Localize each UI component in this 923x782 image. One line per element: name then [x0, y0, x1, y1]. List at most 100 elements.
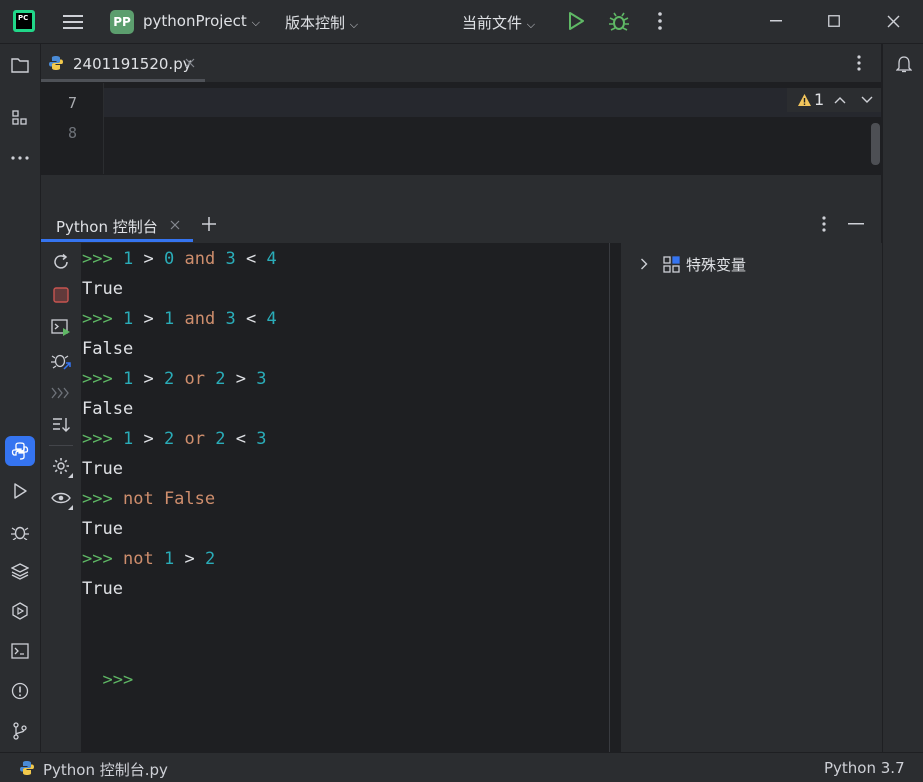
editor-scrollbar[interactable]: [871, 123, 880, 165]
console-output-text: True: [82, 279, 123, 299]
settings-gear-icon[interactable]: [50, 455, 74, 479]
console-tab[interactable]: Python 控制台: [41, 205, 193, 243]
code-keyword: False: [163, 489, 216, 509]
console-input-line: >>> 1 > 2 or 2 < 3: [82, 424, 266, 454]
console-output-line: True: [82, 514, 123, 544]
code-operator: >: [235, 369, 246, 389]
code-number: 2: [215, 429, 226, 449]
chevron-right-icon[interactable]: [637, 257, 651, 271]
console-prompt: >>>: [102, 670, 134, 690]
console-output-line: False: [82, 394, 133, 424]
code-operator: <: [245, 249, 257, 269]
code-number: 1: [163, 309, 175, 329]
tab-options-icon[interactable]: [849, 53, 869, 73]
console-output-text: False: [82, 399, 134, 419]
attach-debugger-icon[interactable]: [50, 349, 72, 371]
code-number: 1: [163, 549, 175, 569]
code-number: 1: [122, 249, 134, 269]
vcs-dropdown[interactable]: 版本控制 ⌵: [285, 12, 358, 33]
code-operator: >: [184, 549, 195, 569]
problems-icon[interactable]: [9, 680, 31, 702]
right-tool-strip: [882, 44, 923, 752]
execute-icon[interactable]: [50, 317, 72, 339]
services-icon[interactable]: [9, 600, 31, 622]
current-line-highlight: [103, 88, 881, 117]
more-tools-icon[interactable]: [9, 147, 31, 169]
code-number: 3: [225, 249, 236, 269]
git-icon[interactable]: [9, 720, 31, 742]
editor-tab[interactable]: 2401191520.py: [41, 44, 205, 82]
code-number: 2: [204, 549, 216, 569]
status-breadcrumb[interactable]: Python 控制台.py: [43, 759, 168, 780]
project-name-dropdown[interactable]: pythonProject ⌵: [143, 12, 260, 30]
code-number: 3: [256, 429, 267, 449]
history-icon[interactable]: [50, 382, 72, 404]
code-number: 4: [266, 249, 277, 269]
special-variables-label: 特殊变量: [686, 256, 747, 274]
project-badge-text: PP: [113, 15, 131, 29]
code-number: 3: [256, 369, 267, 389]
close-icon[interactable]: [883, 11, 903, 31]
main-menu-icon[interactable]: [62, 11, 84, 33]
console-current-prompt[interactable]: >>>: [82, 635, 133, 690]
editor-tabs-bar: 2401191520.py: [41, 44, 881, 83]
scroll-to-end-icon[interactable]: [50, 414, 72, 436]
run-config-dropdown[interactable]: 当前文件 ⌵: [462, 12, 535, 33]
interpreter-selector[interactable]: Python 3.7: [824, 759, 905, 777]
chevron-down-icon: ⌵: [526, 18, 536, 31]
console-input-line: >>> 1 > 1 and 3 < 4: [82, 304, 277, 334]
status-bar: Python 控制台.py Python 3.7: [0, 752, 923, 782]
chevron-up-icon[interactable]: [833, 93, 847, 107]
project-folder-icon[interactable]: [9, 54, 31, 76]
console-prompt: >>>: [82, 429, 113, 449]
project-name: pythonProject: [143, 12, 247, 30]
debug-tool-icon[interactable]: [9, 520, 31, 542]
python-file-icon: [47, 54, 65, 72]
console-output-line: False: [82, 334, 133, 364]
code-operator: <: [245, 309, 257, 329]
terminal-icon[interactable]: [9, 640, 31, 662]
python-packages-icon[interactable]: [9, 560, 31, 582]
add-console-icon[interactable]: [199, 214, 219, 234]
console-input-line: >>> not 1 > 2: [82, 544, 215, 574]
vcs-label: 版本控制: [285, 14, 346, 32]
python-console-icon[interactable]: [5, 436, 35, 466]
debug-icon[interactable]: [608, 10, 630, 32]
console-prompt: >>>: [82, 489, 113, 509]
hide-panel-icon[interactable]: [846, 214, 866, 234]
special-variables-icon: [662, 255, 680, 273]
console-input-line: >>> 1 > 2 or 2 > 3: [82, 364, 266, 394]
inspection-widget[interactable]: 1: [787, 88, 881, 112]
variables-tree-item[interactable]: 特殊变量: [637, 253, 837, 275]
code-keyword: or: [184, 369, 205, 389]
view-options-eye-icon[interactable]: [50, 487, 74, 511]
run-tool-icon[interactable]: [9, 480, 31, 502]
run-icon[interactable]: [566, 11, 586, 31]
pycharm-logo-icon[interactable]: PC: [13, 10, 35, 32]
notifications-bell-icon[interactable]: [893, 53, 915, 75]
console-output-text: False: [82, 339, 134, 359]
more-options-icon[interactable]: [650, 11, 670, 31]
code-number: 3: [225, 309, 236, 329]
maximize-icon[interactable]: [824, 11, 844, 31]
variables-panel: 特殊变量: [620, 243, 882, 752]
editor-tab-label: 2401191520.py: [73, 55, 192, 73]
panel-splitter[interactable]: [41, 174, 881, 206]
rerun-icon[interactable]: [50, 251, 72, 273]
options-icon[interactable]: [814, 214, 834, 234]
chevron-down-icon[interactable]: [860, 93, 874, 107]
console-prompt: >>>: [82, 549, 113, 569]
stop-icon[interactable]: [50, 284, 72, 306]
project-badge[interactable]: PP: [110, 10, 134, 34]
minimize-icon[interactable]: [766, 11, 786, 31]
active-tab-underline: [41, 239, 193, 242]
console-prompt: >>>: [82, 249, 113, 269]
left-tool-strip: [0, 44, 41, 752]
close-tab-icon[interactable]: [168, 218, 182, 232]
close-tab-icon[interactable]: [183, 56, 197, 70]
console-prompt: >>>: [82, 309, 113, 329]
code-number: 1: [122, 429, 134, 449]
structure-icon[interactable]: [9, 107, 31, 129]
chevron-down-icon: ⌵: [349, 18, 359, 31]
code-number: 4: [266, 309, 277, 329]
